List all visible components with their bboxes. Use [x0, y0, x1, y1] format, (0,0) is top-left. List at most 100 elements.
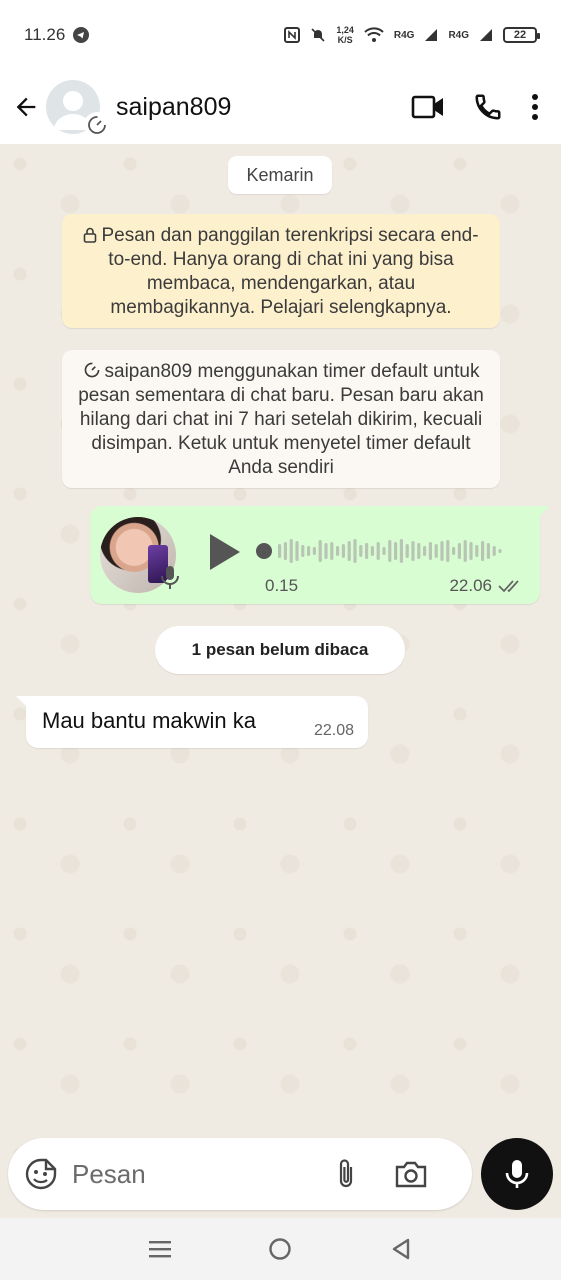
voice-call-button[interactable]: [473, 92, 503, 122]
waveform-bar: [370, 546, 374, 556]
waveform-bar: [423, 546, 427, 556]
waveform-bar: [417, 543, 421, 559]
voice-duration: 0.15: [265, 576, 299, 595]
waveform-bar: [457, 543, 461, 559]
menu-icon: [149, 1241, 172, 1258]
waveform-bar: [452, 547, 456, 555]
video-call-icon: [411, 95, 443, 119]
waveform-bar: [469, 542, 473, 560]
phone-call-icon: [475, 94, 501, 120]
status-time: 11.26: [24, 25, 66, 44]
date-chip: Kemarin: [228, 156, 332, 194]
timer-icon: [88, 116, 106, 134]
waveform-bar: [312, 547, 316, 555]
waveform-bar: [278, 544, 282, 558]
telegram-icon: [73, 27, 90, 43]
status-bar: 11.26 1,24 K/S R4G R4G 22: [0, 0, 561, 70]
incoming-message-bubble[interactable]: Mau bantu makwin ka 22.08: [16, 696, 368, 748]
waveform-bar: [463, 540, 467, 562]
back-arrow-icon: [16, 97, 36, 117]
emoji-button[interactable]: [24, 1157, 58, 1191]
waveform-bar: [411, 541, 415, 561]
waveform-bar: [365, 543, 369, 559]
video-call-button[interactable]: [411, 94, 445, 120]
attach-button[interactable]: [334, 1157, 358, 1191]
contact-avatar[interactable]: [46, 80, 110, 138]
voice-message-bubble[interactable]: 0.15 22.06: [90, 506, 550, 604]
voice-waveform[interactable]: [256, 534, 512, 568]
waveform-bar: [388, 540, 392, 562]
waveform-bar: [481, 541, 485, 561]
waveform-bar: [446, 540, 450, 562]
back-nav-button[interactable]: [381, 1229, 421, 1269]
chat-area[interactable]: Kemarin Pesan dan panggilan terenkripsi …: [0, 144, 561, 1218]
message-text: Mau bantu makwin ka: [42, 708, 256, 733]
waveform-bar: [394, 542, 398, 560]
lock-icon: [84, 227, 97, 243]
waveform-bar: [283, 542, 287, 560]
sticker-emoji-icon: [25, 1158, 57, 1190]
play-icon: [210, 534, 240, 570]
message-input[interactable]: [72, 1158, 322, 1190]
waveform-bar: [330, 542, 334, 560]
back-button[interactable]: [0, 81, 52, 133]
message-composer: [8, 1138, 472, 1210]
voice-record-button[interactable]: [481, 1138, 553, 1210]
back-triangle-icon: [392, 1238, 410, 1260]
battery-icon: 22: [503, 27, 540, 43]
nfc-icon: [284, 27, 301, 43]
disappearing-timer-badge: [84, 112, 110, 138]
contact-name[interactable]: saipan809: [116, 93, 231, 122]
signal-label-1: R4G: [393, 29, 415, 41]
waveform-bar: [353, 539, 357, 563]
recent-apps-button[interactable]: [140, 1229, 180, 1269]
waveform-bar: [376, 542, 380, 560]
timer-icon: [84, 362, 99, 378]
signal-label-2: R4G: [448, 29, 469, 41]
waveform-bar: [347, 541, 351, 561]
mic-icon: [505, 1160, 529, 1188]
paperclip-icon: [339, 1159, 353, 1188]
more-options-button[interactable]: [531, 93, 539, 121]
waveform-bar: [318, 540, 322, 562]
timer-notice-text: saipan809 menggunakan timer default untu…: [78, 361, 484, 478]
waveform-bar: [486, 543, 490, 559]
waveform-bar: [341, 544, 345, 558]
waveform-bar: [440, 541, 444, 561]
waveform-bar: [336, 546, 340, 556]
message-timestamp: 22.08: [313, 722, 354, 739]
waveform-bar: [307, 546, 311, 556]
waveform-bar: [399, 539, 403, 563]
network-speed: 1,24 K/S: [336, 25, 354, 45]
home-circle-icon: [269, 1238, 292, 1260]
signal-icon-1: [424, 28, 438, 42]
signal-icon-2: [479, 28, 493, 42]
chat-header: saipan809: [0, 70, 561, 144]
waveform-bar: [289, 539, 293, 563]
waveform-bar: [434, 544, 438, 558]
home-button[interactable]: [260, 1229, 300, 1269]
waveform-bar: [295, 541, 299, 561]
waveform-bar: [405, 544, 409, 558]
waveform-bar: [382, 547, 386, 555]
waveform-bar: [324, 543, 328, 559]
waveform-bar: [498, 549, 502, 553]
mic-icon: [161, 566, 179, 589]
encryption-notice-text: Pesan dan panggilan terenkripsi secara e…: [101, 225, 479, 318]
double-check-icon: [498, 580, 519, 593]
system-navigation-bar: [0, 1218, 561, 1280]
play-button[interactable]: [206, 532, 242, 577]
playhead-dot[interactable]: [256, 543, 272, 559]
camera-button[interactable]: [394, 1159, 428, 1189]
waveform-bar: [359, 545, 363, 557]
encryption-notice[interactable]: Pesan dan panggilan terenkripsi secara e…: [62, 214, 500, 328]
unread-messages-chip: 1 pesan belum dibaca: [155, 626, 405, 674]
camera-icon: [395, 1161, 427, 1188]
waveform-bar: [475, 545, 479, 557]
waveform-bar: [428, 542, 432, 560]
waveform-bar: [492, 546, 496, 556]
wifi-icon: [364, 27, 384, 43]
waveform-bar: [301, 545, 305, 557]
more-vert-icon: [532, 94, 538, 120]
disappearing-timer-notice[interactable]: saipan809 menggunakan timer default untu…: [62, 350, 500, 488]
